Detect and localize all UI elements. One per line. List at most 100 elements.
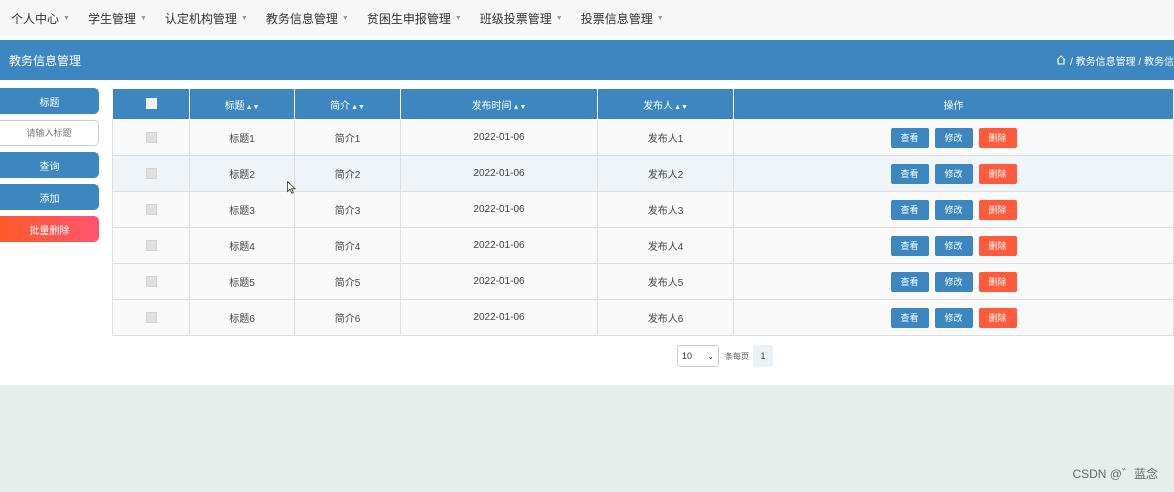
nav-item-vote-info-management[interactable]: 投票信息管理 ▼ — [581, 10, 664, 27]
delete-button[interactable]: 删除 — [978, 199, 1017, 220]
page-number-button[interactable]: 1 — [753, 345, 773, 367]
nav-item-academic-info-management[interactable]: 教务信息管理 ▼ — [266, 10, 349, 27]
cell-title: 标题4 — [189, 227, 295, 264]
row-checkbox-cell — [112, 191, 190, 228]
chevron-down-icon: ⌄ — [707, 351, 714, 361]
row-checkbox-cell — [112, 299, 190, 336]
table-row: 标题2 简介2 2022-01-06 发布人2 查看 修改 删除 — [112, 155, 1174, 192]
edit-button[interactable]: 修改 — [934, 199, 973, 220]
breadcrumb-text[interactable]: / 教务信息管理 / 教务信 — [1070, 53, 1174, 68]
table-header-row: 标题▲▼ 简介▲▼ 发布时间▲▼ 发布人▲▼ 操作 — [112, 88, 1174, 120]
cell-publisher: 发布人6 — [597, 299, 734, 336]
nav-item-label: 教务信息管理 — [265, 11, 338, 26]
caret-down-icon: ▼ — [454, 14, 462, 22]
nav-item-poverty-application-management[interactable]: 贫困生申报管理 ▼ — [367, 10, 462, 27]
edit-button[interactable]: 修改 — [934, 127, 973, 148]
caret-down-icon: ▼ — [139, 14, 147, 22]
view-button[interactable]: 查看 — [890, 235, 929, 256]
cell-intro: 简介2 — [294, 155, 401, 192]
edit-button[interactable]: 修改 — [934, 307, 973, 328]
table-row: 标题3 简介3 2022-01-06 发布人3 查看 修改 删除 — [112, 191, 1174, 228]
nav-item-institution-management[interactable]: 认定机构管理 ▼ — [165, 10, 248, 27]
nav-item-personal-center[interactable]: 个人中心 ▼ — [11, 10, 70, 27]
cell-intro: 简介1 — [294, 119, 401, 156]
cell-title: 标题1 — [189, 119, 295, 156]
page-header: 教务信息管理 / 教务信息管理 / 教务信 — [0, 40, 1174, 80]
column-header-label: 简介 — [330, 100, 351, 112]
nav-item-label: 学生管理 — [87, 11, 136, 26]
sort-icon[interactable]: ▲▼ — [513, 104, 527, 111]
delete-button[interactable]: 删除 — [978, 307, 1017, 328]
footer-area: CSDN @゛蓝念 — [0, 385, 1174, 492]
add-button[interactable]: 添加 — [0, 184, 99, 210]
sort-icon[interactable]: ▲▼ — [351, 104, 365, 111]
page-size-value: 10 — [682, 351, 693, 361]
caret-down-icon: ▼ — [341, 14, 349, 22]
data-table: 标题▲▼ 简介▲▼ 发布时间▲▼ 发布人▲▼ 操作 标题1 简介1 2022-0… — [112, 88, 1174, 336]
cell-actions: 查看 修改 删除 — [733, 299, 1174, 336]
cell-title: 标题2 — [189, 155, 295, 192]
cell-publisher: 发布人1 — [597, 119, 734, 156]
column-header-label: 发布人 — [643, 100, 674, 112]
home-icon[interactable] — [1056, 55, 1066, 65]
cell-intro: 简介5 — [294, 263, 401, 300]
edit-button[interactable]: 修改 — [934, 163, 973, 184]
nav-item-label: 投票信息管理 — [580, 11, 653, 26]
view-button[interactable]: 查看 — [890, 127, 929, 148]
delete-button[interactable]: 删除 — [978, 127, 1017, 148]
row-checkbox[interactable] — [145, 203, 157, 215]
cell-publish-time: 2022-01-06 — [400, 263, 598, 300]
nav-item-label: 认定机构管理 — [164, 11, 237, 26]
sort-icon[interactable]: ▲▼ — [246, 104, 260, 111]
nav-item-student-management[interactable]: 学生管理 ▼ — [88, 10, 147, 27]
view-button[interactable]: 查看 — [890, 271, 929, 292]
cell-publish-time: 2022-01-06 — [400, 299, 598, 336]
view-button[interactable]: 查看 — [890, 307, 929, 328]
view-button[interactable]: 查看 — [890, 199, 929, 220]
nav-item-class-vote-management[interactable]: 班级投票管理 ▼ — [480, 10, 563, 27]
nav-item-label: 贫困生申报管理 — [366, 11, 451, 26]
delete-button[interactable]: 删除 — [978, 163, 1017, 184]
table-row: 标题1 简介1 2022-01-06 发布人1 查看 修改 删除 — [112, 119, 1174, 156]
nav-item-label: 班级投票管理 — [479, 11, 552, 26]
column-header-publish-time[interactable]: 发布时间▲▼ — [400, 88, 598, 120]
per-page-label: 条每页 — [725, 351, 749, 361]
select-all-checkbox[interactable] — [145, 98, 157, 110]
caret-down-icon: ▼ — [656, 14, 664, 22]
delete-button[interactable]: 删除 — [978, 271, 1017, 292]
view-button[interactable]: 查看 — [890, 163, 929, 184]
search-field-label: 标题 — [0, 88, 99, 114]
cell-publisher: 发布人5 — [597, 263, 734, 300]
column-header-title[interactable]: 标题▲▼ — [189, 88, 295, 120]
column-header-label: 发布时间 — [471, 100, 512, 112]
batch-delete-button[interactable]: 批量删除 — [0, 216, 99, 242]
edit-button[interactable]: 修改 — [934, 271, 973, 292]
column-header-publisher[interactable]: 发布人▲▼ — [597, 88, 734, 120]
cell-title: 标题3 — [189, 191, 295, 228]
column-header-actions: 操作 — [733, 88, 1174, 120]
column-header-intro[interactable]: 简介▲▼ — [294, 88, 401, 120]
row-checkbox[interactable] — [145, 131, 157, 143]
table-row: 标题4 简介4 2022-01-06 发布人4 查看 修改 删除 — [112, 227, 1174, 264]
cell-actions: 查看 修改 删除 — [733, 155, 1174, 192]
edit-button[interactable]: 修改 — [934, 235, 973, 256]
delete-button[interactable]: 删除 — [978, 235, 1017, 256]
sort-icon[interactable]: ▲▼ — [674, 104, 688, 111]
cell-publish-time: 2022-01-06 — [400, 155, 598, 192]
cell-publisher: 发布人2 — [597, 155, 734, 192]
row-checkbox[interactable] — [145, 167, 157, 179]
cell-actions: 查看 修改 删除 — [733, 119, 1174, 156]
query-button[interactable]: 查询 — [0, 152, 99, 178]
row-checkbox[interactable] — [145, 239, 157, 251]
cell-actions: 查看 修改 删除 — [733, 227, 1174, 264]
table-row: 标题6 简介6 2022-01-06 发布人6 查看 修改 删除 — [112, 299, 1174, 336]
cell-intro: 简介3 — [294, 191, 401, 228]
column-header-label: 操作 — [943, 100, 964, 112]
cell-publish-time: 2022-01-06 — [400, 119, 598, 156]
breadcrumb: / 教务信息管理 / 教务信 — [1056, 53, 1174, 68]
row-checkbox[interactable] — [145, 275, 157, 287]
row-checkbox[interactable] — [145, 311, 157, 323]
table-row: 标题5 简介5 2022-01-06 发布人5 查看 修改 删除 — [112, 263, 1174, 300]
title-search-input[interactable] — [0, 120, 99, 146]
page-size-select[interactable]: 10 ⌄ — [677, 345, 719, 367]
